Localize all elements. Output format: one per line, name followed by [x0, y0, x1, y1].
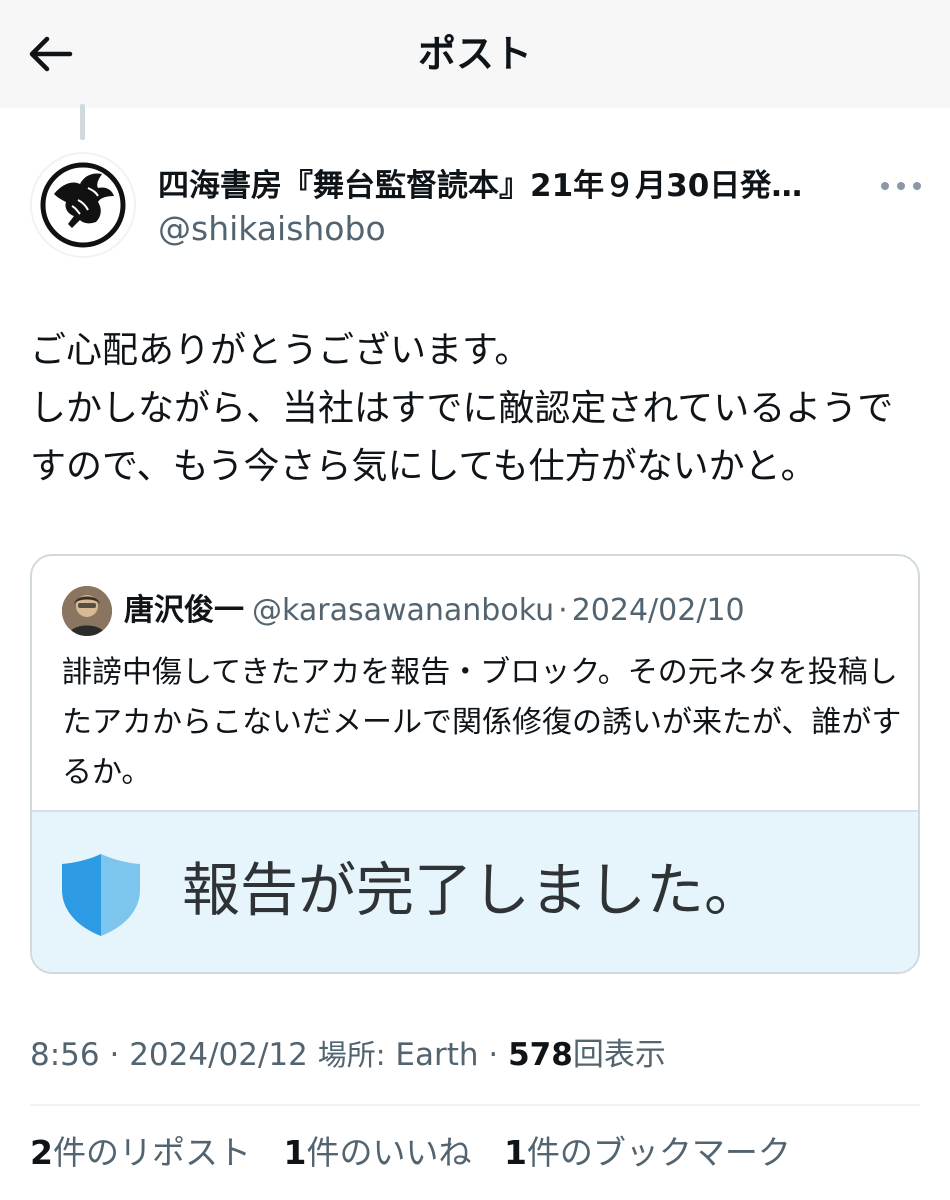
- views-count: 578: [508, 1037, 573, 1073]
- reposts-label: 件のリポスト: [52, 1133, 251, 1172]
- bookmarks-label: 件のブックマーク: [526, 1133, 791, 1172]
- eagle-logo: [40, 162, 126, 248]
- views-label: 回表示: [572, 1037, 666, 1073]
- reposts-stat[interactable]: 2件のリポスト: [30, 1130, 251, 1176]
- bookmarks-count: 1: [503, 1133, 527, 1172]
- quoted-author-avatar: [62, 586, 112, 636]
- reposts-count: 2: [30, 1133, 53, 1172]
- bookmarks-stat[interactable]: 1件のブックマーク: [504, 1130, 791, 1176]
- thread-connector-line: [80, 104, 85, 140]
- shield-icon: [62, 854, 140, 936]
- quoted-post-meta: 唐沢俊一 @karasawananboku · 2024/02/10: [124, 590, 745, 632]
- divider: [30, 1104, 920, 1106]
- meta-separator: ·: [109, 1037, 120, 1073]
- author-name[interactable]: 四海書房『舞台監督読本』21年９月30日発…: [158, 165, 858, 207]
- quoted-post-card[interactable]: 唐沢俊一 @karasawananboku · 2024/02/10 誹謗中傷してきた…: [30, 554, 920, 974]
- likes-stat[interactable]: 1件のいいね: [283, 1130, 471, 1176]
- author-avatar[interactable]: [30, 152, 136, 258]
- meta-separator: ·: [558, 593, 568, 628]
- post-stats: 2件のリポスト 1件のいいね 1件のブックマーク: [30, 1130, 813, 1176]
- post-date[interactable]: 2024/02/12: [129, 1037, 308, 1073]
- quoted-post-text: 誹謗中傷してきたアカを報告・ブロック。その元ネタを投稿したアカからこないだメール…: [62, 655, 902, 790]
- more-horizontal-icon: [881, 182, 921, 190]
- quoted-post-image: 報告が完了しました。: [32, 810, 918, 972]
- quoted-post-date: 2024/02/10: [571, 593, 745, 628]
- place-label: 場所:: [317, 1038, 386, 1072]
- top-bar: ポスト: [0, 0, 950, 108]
- report-complete-text: 報告が完了しました。: [182, 856, 763, 924]
- more-button[interactable]: [876, 168, 926, 204]
- meta-separator: ·: [488, 1037, 499, 1073]
- quoted-author-handle: @karasawananboku: [252, 593, 555, 628]
- post-body-text: ご心配ありがとうございます。 しかしながら、当社はすでに敵認定されているようです…: [30, 330, 894, 487]
- post-time: 8:56: [30, 1037, 100, 1073]
- author-handle[interactable]: @shikaishobo: [158, 208, 386, 250]
- likes-label: 件のいいね: [306, 1133, 472, 1172]
- post-place: Earth: [395, 1037, 479, 1073]
- likes-count: 1: [283, 1133, 307, 1172]
- page-title: ポスト: [417, 32, 532, 76]
- post-meta: 8:56 · 2024/02/12 場所: Earth · 578回表示: [30, 1032, 666, 1078]
- quoted-author-name: 唐沢俊一: [124, 593, 244, 628]
